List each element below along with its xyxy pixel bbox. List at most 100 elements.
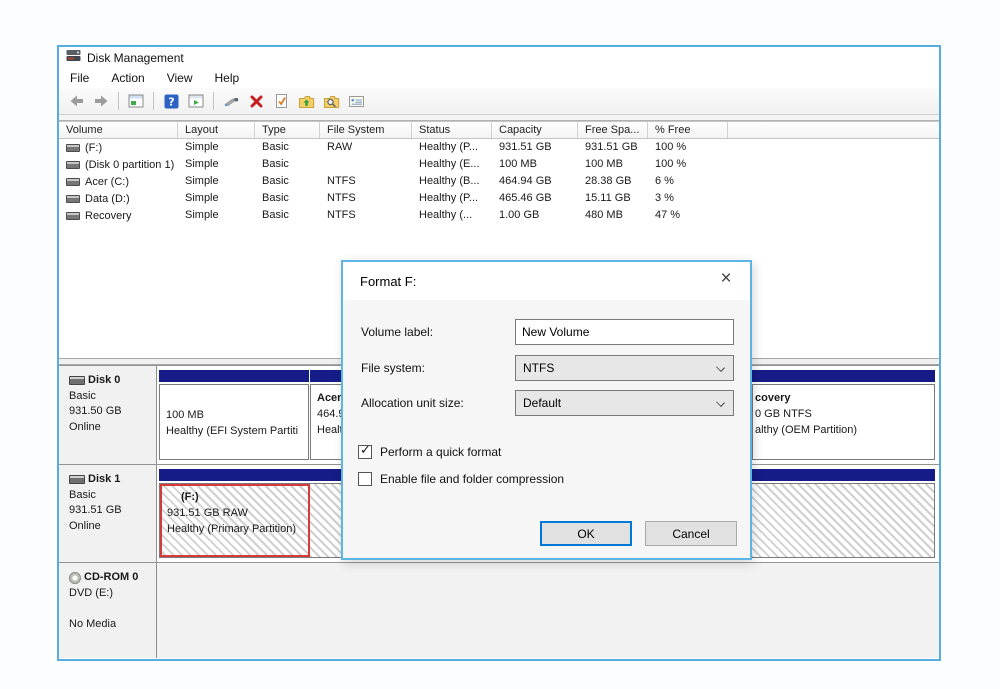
toolbar-separator — [118, 92, 119, 110]
cancel-button[interactable]: Cancel — [645, 521, 737, 546]
col-empty — [728, 122, 939, 138]
help-icon[interactable]: ? — [160, 90, 182, 112]
dialog-title-bar: Format F: — [343, 262, 750, 300]
menu-help[interactable]: Help — [204, 69, 251, 87]
layout-cell: Simple — [185, 209, 219, 221]
capacity-cell: 465.46 GB — [499, 192, 552, 204]
volume-list-header: Volume Layout Type File System Status Ca… — [59, 121, 939, 139]
free-cell: 480 MB — [585, 209, 623, 221]
layout-cell: Simple — [185, 158, 219, 170]
partition-recovery[interactable]: covery 0 GB NTFS althy (OEM Partition) — [752, 370, 935, 460]
selected-partition-highlight: (F:) 931.51 GB RAW Healthy (Primary Part… — [160, 484, 310, 557]
menu-file[interactable]: File — [59, 69, 100, 87]
col-volume[interactable]: Volume — [59, 122, 178, 138]
pct-cell: 3 % — [655, 192, 674, 204]
console-window-icon[interactable] — [125, 90, 147, 112]
check-document-icon[interactable] — [270, 90, 292, 112]
toolbar-separator — [213, 92, 214, 110]
disk-management-icon — [66, 49, 81, 67]
disk-icon — [69, 376, 85, 386]
quick-format-checkbox[interactable] — [358, 443, 372, 459]
col-capacity[interactable]: Capacity — [492, 122, 578, 138]
back-arrow-icon[interactable] — [65, 90, 87, 112]
free-cell: 15.11 GB — [585, 192, 631, 204]
chevron-down-icon — [716, 363, 725, 372]
compression-checkbox[interactable] — [358, 472, 372, 486]
col-status[interactable]: Status — [412, 122, 492, 138]
disk1-status: Online — [69, 519, 101, 532]
type-cell: Basic — [262, 141, 289, 153]
status-cell: Healthy (E... — [419, 158, 480, 170]
dialog-title: Format F: — [360, 273, 417, 289]
layout-cell: Simple — [185, 141, 219, 153]
allocation-row: Allocation unit size: Default — [343, 390, 750, 416]
disk1-label-panel[interactable]: Disk 1 Basic 931.51 GB Online — [59, 465, 157, 562]
disk0-label-panel[interactable]: Disk 0 Basic 931.50 GB Online — [59, 366, 157, 464]
type-cell: Basic — [262, 192, 289, 204]
close-icon[interactable]: × — [715, 269, 737, 289]
status-cell: Healthy (... — [419, 209, 473, 221]
status-cell: Healthy (P... — [419, 141, 479, 153]
forward-arrow-icon[interactable] — [90, 90, 112, 112]
table-row-acer-c[interactable]: Acer (C:) Simple Basic NTFS Healthy (B..… — [59, 173, 939, 190]
disk0-type: Basic — [69, 389, 96, 402]
cdrom-label-panel[interactable]: CD-ROM 0 DVD (E:) No Media — [59, 563, 157, 658]
allocation-select[interactable]: Default — [515, 390, 734, 416]
capacity-cell: 464.94 GB — [499, 175, 552, 187]
delete-x-icon[interactable] — [245, 90, 267, 112]
pct-cell: 6 % — [655, 175, 674, 187]
col-free-space[interactable]: Free Spa... — [578, 122, 648, 138]
quick-format-row: Perform a quick format — [358, 443, 501, 460]
col-type[interactable]: Type — [255, 122, 320, 138]
disk1-type: Basic — [69, 488, 96, 501]
type-cell: Basic — [262, 175, 289, 187]
ok-button[interactable]: OK — [540, 521, 632, 546]
rescan-icon[interactable] — [220, 90, 242, 112]
drive-icon — [66, 143, 80, 152]
status-cell: Healthy (B... — [419, 175, 480, 187]
format-dialog: Format F: × Volume label: File system: N… — [341, 260, 752, 560]
cdrom-area — [157, 563, 939, 658]
drive-icon — [66, 211, 80, 220]
fs-cell: NTFS — [327, 192, 356, 204]
pct-cell: 47 % — [655, 209, 681, 221]
window-title: Disk Management — [87, 50, 184, 65]
fs-cell: NTFS — [327, 175, 356, 187]
col-file-system[interactable]: File System — [320, 122, 412, 138]
volume-label-row: Volume label: — [343, 319, 750, 345]
disk0-size: 931.50 GB — [69, 405, 122, 417]
partition-bar — [159, 370, 309, 382]
menu-bar: File Action View Help — [59, 68, 939, 88]
drive-icon — [66, 177, 80, 186]
volume-label-input[interactable] — [515, 319, 734, 345]
volume-cell: Acer (C:) — [59, 173, 178, 190]
col-pct-free[interactable]: % Free — [648, 122, 728, 138]
cdrom-drive: DVD (E:) — [69, 586, 113, 599]
compression-row: Enable file and folder compression — [358, 471, 564, 487]
properties-icon[interactable] — [345, 90, 367, 112]
menu-view[interactable]: View — [156, 69, 204, 87]
console-play-icon[interactable] — [185, 90, 207, 112]
pct-cell: 100 % — [655, 158, 687, 170]
compression-label: Enable file and folder compression — [380, 472, 565, 486]
table-row-disk0-partition1[interactable]: (Disk 0 partition 1) Simple Basic Health… — [59, 156, 939, 173]
file-system-label: File system: — [361, 361, 426, 375]
svg-text:?: ? — [168, 95, 174, 108]
capacity-cell: 1.00 GB — [499, 209, 540, 221]
col-layout[interactable]: Layout — [178, 122, 255, 138]
fs-cell — [320, 156, 412, 173]
toolbar: ? — [59, 88, 939, 115]
folder-search-icon[interactable] — [320, 90, 342, 112]
folder-up-icon[interactable] — [295, 90, 317, 112]
pct-cell: 100 % — [655, 141, 687, 153]
table-row-recovery[interactable]: Recovery Simple Basic NTFS Healthy (... … — [59, 207, 939, 224]
table-row-f[interactable]: (F:) Simple Basic RAW Healthy (P... 931.… — [59, 139, 939, 156]
partition-efi[interactable]: 100 MB Healthy (EFI System Partiti — [159, 370, 309, 460]
file-system-select[interactable]: NTFS — [515, 355, 734, 381]
menu-action[interactable]: Action — [100, 69, 155, 87]
cd-icon — [69, 571, 81, 584]
table-row-data-d[interactable]: Data (D:) Simple Basic NTFS Healthy (P..… — [59, 190, 939, 207]
drive-icon — [66, 160, 80, 169]
disk0-status: Online — [69, 420, 101, 433]
disk1-size: 931.51 GB — [69, 504, 122, 516]
